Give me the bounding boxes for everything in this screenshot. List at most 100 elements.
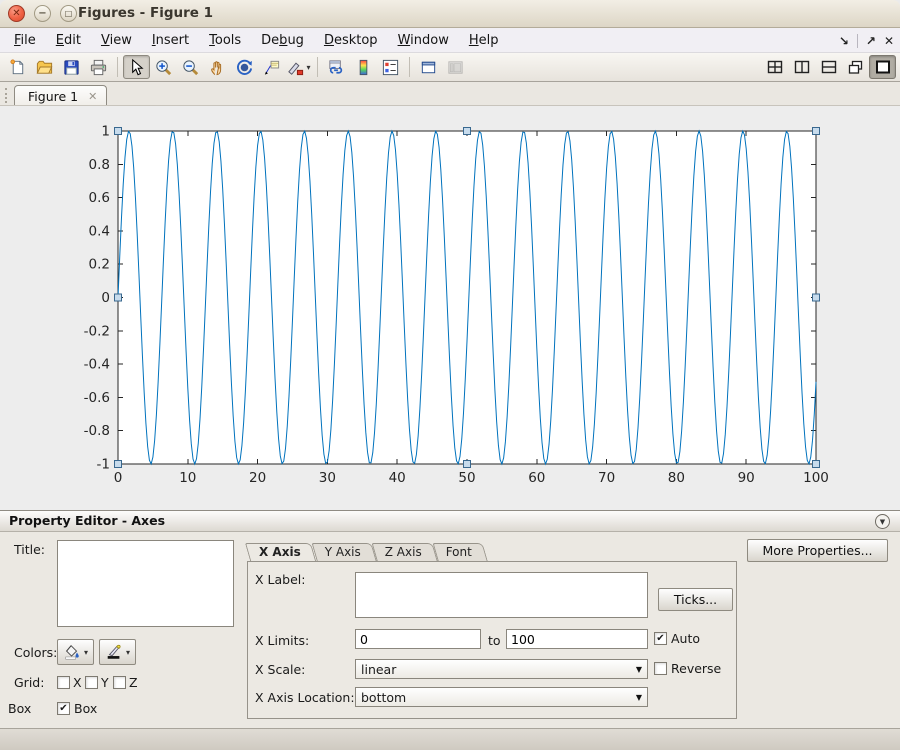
tab-figure-1-label: Figure 1: [28, 89, 78, 104]
ticks-button[interactable]: Ticks...: [658, 588, 733, 611]
menu-edit[interactable]: Edit: [46, 30, 91, 51]
box-checkbox-label: Box: [74, 701, 97, 716]
x-limits-auto-checkbox[interactable]: ✔: [654, 632, 667, 645]
more-properties-button[interactable]: More Properties...: [747, 539, 888, 562]
x-reverse-checkbox[interactable]: [654, 662, 667, 675]
edit-plot-button[interactable]: [123, 55, 150, 79]
fill-color-button[interactable]: ▾: [57, 639, 94, 665]
x-limits-auto-label: Auto: [671, 631, 700, 646]
arrow-cursor-icon: [127, 58, 146, 77]
rotate-3d-button[interactable]: [231, 55, 258, 79]
x-label-label: X Label:: [255, 572, 305, 587]
menu-view[interactable]: View: [91, 30, 142, 51]
maximize-view-button[interactable]: [869, 55, 896, 79]
insert-colorbar-button[interactable]: [350, 55, 377, 79]
x-axis-location-select[interactable]: bottom ▼: [355, 687, 648, 707]
svg-text:-0.8: -0.8: [84, 423, 110, 439]
open-file-button[interactable]: [31, 55, 58, 79]
property-editor-title: Property Editor - Axes: [9, 513, 165, 528]
pan-button[interactable]: [204, 55, 231, 79]
brush-data-button[interactable]: ▾: [285, 55, 312, 79]
menu-tools[interactable]: Tools: [199, 30, 251, 51]
tab-y-axis-label: Y Axis: [325, 545, 361, 559]
figure-tab-bar: Figure 1 ✕: [0, 82, 900, 106]
x-limit-min-input[interactable]: [355, 629, 481, 649]
menu-desktop[interactable]: Desktop: [314, 30, 388, 51]
toolbar-separator: [317, 57, 318, 77]
float-windows-button[interactable]: [842, 55, 869, 79]
figure-canvas[interactable]: 0102030405060708090100-1-0.8-0.6-0.4-0.2…: [0, 106, 900, 510]
line-color-button[interactable]: ▾: [99, 639, 136, 665]
tab-y-axis[interactable]: Y Axis: [317, 543, 377, 562]
property-editor-header[interactable]: Property Editor - Axes ▼: [0, 511, 900, 532]
close-figure-icon[interactable]: ✕: [884, 34, 894, 48]
x-scale-select[interactable]: linear ▼: [355, 659, 648, 679]
chevron-down-icon: ▼: [636, 693, 642, 702]
floppy-disk-icon: [62, 58, 81, 77]
tile-rows-button[interactable]: [815, 55, 842, 79]
svg-text:100: 100: [803, 470, 829, 486]
grid-z-label: Z: [129, 675, 138, 690]
data-cursor-button[interactable]: [258, 55, 285, 79]
axis-tabs: X Axis Y Axis Z Axis Font: [251, 543, 488, 562]
hide-plot-tools-button[interactable]: [415, 55, 442, 79]
x-label-input[interactable]: [355, 572, 648, 618]
menu-debug[interactable]: Debug: [251, 30, 314, 51]
axes-title-input[interactable]: [57, 540, 234, 627]
svg-text:-0.6: -0.6: [84, 390, 110, 406]
legend-icon: [381, 58, 400, 77]
show-plot-tools-button[interactable]: [442, 55, 469, 79]
zoom-out-button[interactable]: [177, 55, 204, 79]
new-figure-button[interactable]: [4, 55, 31, 79]
menu-bar: File Edit View Insert Tools Debug Deskto…: [0, 28, 900, 53]
tab-font[interactable]: Font: [438, 543, 488, 562]
tile-columns-button[interactable]: [788, 55, 815, 79]
svg-text:0.2: 0.2: [89, 257, 110, 273]
window-minimize-button[interactable]: −: [34, 5, 51, 22]
grid-y-label: Y: [101, 675, 109, 690]
grid-x-label: X: [73, 675, 82, 690]
window-close-button[interactable]: ✕: [8, 5, 25, 22]
tile-grid-button[interactable]: [761, 55, 788, 79]
grid-label: Grid:: [14, 675, 44, 690]
tab-font-label: Font: [446, 545, 472, 559]
menu-file[interactable]: File: [4, 30, 46, 51]
print-figure-button[interactable]: [85, 55, 112, 79]
line-color-caret-icon: ▾: [126, 648, 130, 657]
grid-x-checkbox[interactable]: [57, 676, 70, 689]
svg-text:-0.4: -0.4: [84, 357, 110, 373]
grid-y-checkbox[interactable]: [85, 676, 98, 689]
axes-plot[interactable]: 0102030405060708090100-1-0.8-0.6-0.4-0.2…: [0, 106, 900, 510]
x-limits-to-label: to: [488, 633, 501, 648]
tabbar-grip[interactable]: [5, 88, 8, 103]
insert-legend-button[interactable]: [377, 55, 404, 79]
svg-text:10: 10: [179, 470, 196, 486]
save-figure-button[interactable]: [58, 55, 85, 79]
chain-link-icon: [327, 58, 346, 77]
x-axis-location-label: X Axis Location:: [255, 690, 355, 705]
window-maximize-button[interactable]: □: [60, 5, 77, 22]
x-limit-max-input[interactable]: [506, 629, 648, 649]
box-checkbox[interactable]: ✔: [57, 702, 70, 715]
svg-text:0.6: 0.6: [89, 190, 110, 206]
zoom-in-button[interactable]: [150, 55, 177, 79]
hide-plot-tools-icon: [419, 58, 438, 77]
tile-grid-icon: [766, 58, 784, 76]
grid-z-checkbox[interactable]: [113, 676, 126, 689]
status-bar: [0, 728, 900, 750]
tab-figure-1[interactable]: Figure 1 ✕: [14, 85, 107, 107]
paint-bucket-icon: [63, 643, 81, 661]
tab-x-axis[interactable]: X Axis: [251, 543, 317, 562]
menu-help[interactable]: Help: [459, 30, 509, 51]
collapse-panel-icon[interactable]: ▼: [875, 514, 890, 529]
menu-insert[interactable]: Insert: [142, 30, 199, 51]
brush-dropdown-caret-icon[interactable]: ▾: [306, 63, 310, 72]
tab-close-icon[interactable]: ✕: [88, 90, 97, 103]
x-reverse-label: Reverse: [671, 661, 721, 676]
link-plot-button[interactable]: [323, 55, 350, 79]
tile-columns-icon: [793, 58, 811, 76]
tab-z-axis[interactable]: Z Axis: [377, 543, 438, 562]
menu-window[interactable]: Window: [388, 30, 459, 51]
undock-figure-icon[interactable]: ↗: [866, 34, 876, 48]
dock-figure-icon[interactable]: ↘: [839, 34, 849, 48]
